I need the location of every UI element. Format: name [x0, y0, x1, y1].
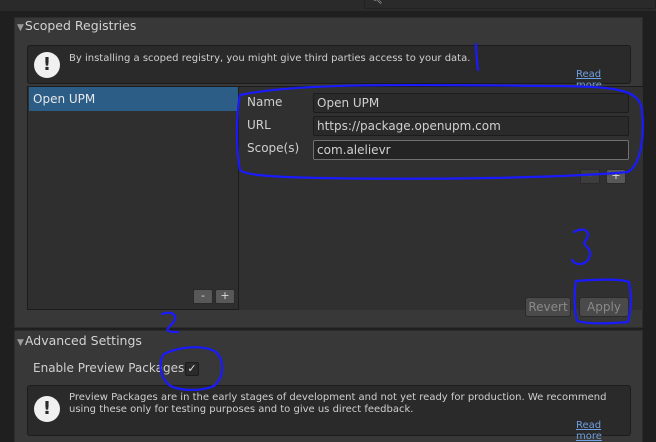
list-item[interactable]: Open UPM — [29, 87, 238, 111]
add-scope-button[interactable]: + — [606, 169, 626, 184]
scoped-registry-warning: ! By installing a scoped registry, you m… — [27, 45, 631, 91]
registry-details: Name Open UPM URL https://package.openup… — [239, 86, 643, 317]
revert-button[interactable]: Revert — [525, 297, 571, 317]
url-field[interactable]: https://package.openupm.com — [313, 116, 629, 136]
scopes-label: Scope(s) — [247, 141, 300, 155]
search-field[interactable]: 🔍︎ — [364, 0, 656, 9]
apply-button[interactable]: Apply — [579, 297, 629, 317]
scopes-field[interactable]: com.alelievr — [313, 140, 629, 160]
name-label: Name — [247, 95, 283, 109]
advanced-settings-section: ▼Advanced Settings Enable Preview Packag… — [14, 330, 643, 442]
foldout-arrow-icon[interactable]: ▼ — [17, 23, 24, 33]
preview-info-text: Preview Packages are in the early stages… — [69, 392, 607, 415]
read-more-link[interactable]: Read more — [576, 420, 630, 442]
preview-packages-info: ! Preview Packages are in the early stag… — [27, 385, 631, 442]
name-field[interactable]: Open UPM — [313, 93, 629, 113]
registry-list: Open UPM - + — [27, 86, 239, 310]
foldout-arrow-icon[interactable]: ▼ — [17, 338, 24, 348]
scoped-registries-section: ▼Scoped Registries ! By installing a sco… — [14, 17, 643, 328]
enable-preview-label: Enable Preview Packages — [33, 361, 185, 375]
warning-text: By installing a scoped registry, you mig… — [69, 53, 471, 64]
remove-scope-button[interactable]: - — [580, 169, 600, 184]
url-label: URL — [247, 118, 271, 132]
scoped-registries-header[interactable]: ▼Scoped Registries — [17, 18, 136, 33]
top-bar: 🔍︎ — [0, 0, 656, 11]
remove-registry-button[interactable]: - — [193, 289, 213, 304]
warning-icon: ! — [34, 52, 60, 78]
advanced-settings-header[interactable]: ▼Advanced Settings — [17, 333, 142, 348]
search-icon: 🔍︎ — [371, 0, 383, 5]
warning-icon: ! — [34, 396, 60, 422]
add-registry-button[interactable]: + — [215, 289, 235, 304]
checkmark-icon: ✓ — [187, 362, 197, 375]
enable-preview-checkbox[interactable]: ✓ — [185, 362, 199, 376]
